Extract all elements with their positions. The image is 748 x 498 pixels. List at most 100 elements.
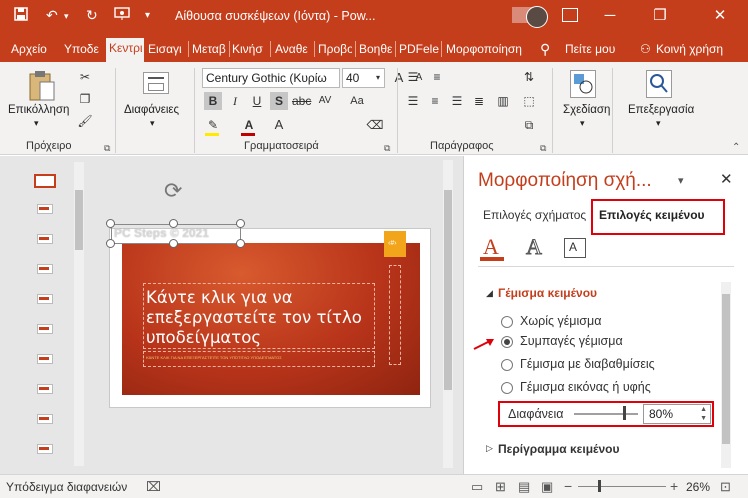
fit-to-window-icon[interactable]: ⊡ [720, 479, 731, 495]
cut-icon[interactable]: ✂ [76, 68, 94, 86]
align-right-icon[interactable]: ☰ [448, 92, 466, 110]
tab-design[interactable]: Υποδε [64, 39, 100, 62]
watermark-text[interactable]: PC Steps © 2021 [114, 226, 209, 240]
zoom-slider[interactable] [578, 486, 666, 487]
customize-qat-icon[interactable]: ▾ [145, 10, 150, 21]
picture-fill-label[interactable]: Γέμισμα εικόνας ή υφής [520, 380, 651, 394]
title-placeholder[interactable]: Κάντε κλικ για να επεξεργαστείτε τον τίτ… [146, 288, 378, 348]
no-fill-label[interactable]: Χωρίς γέμισμα [520, 314, 601, 328]
restore-button[interactable]: ❐ [640, 4, 680, 28]
tab-review[interactable]: Αναθε [275, 39, 311, 62]
text-direction-icon[interactable]: ⇅ [520, 68, 538, 86]
subtitle-placeholder[interactable]: ΚΆΝΤΕ ΚΛΙΚ ΓΙΑ ΝΑ ΕΠΕΞΕΡΓΑΣΤΕΊΤΕ ΤΟΝ ΥΠΌ… [146, 355, 282, 360]
align-center-icon[interactable]: ≡ [426, 92, 444, 110]
zoom-out-icon[interactable]: − [564, 478, 572, 494]
convert-smartart-icon[interactable]: ⧉ [520, 116, 538, 134]
tab-help[interactable]: Βοηθε [359, 39, 393, 62]
tab-pdfelement[interactable]: PDFele [399, 39, 439, 62]
redo-icon[interactable]: ↻ [86, 7, 98, 24]
font-name-combo[interactable]: Century Gothic (Κυρίω [202, 68, 340, 88]
align-text-icon[interactable]: ⬚ [520, 92, 538, 110]
slides-dropdown-icon[interactable]: ▾ [150, 118, 155, 129]
resize-handle[interactable] [236, 239, 245, 248]
tab-file[interactable]: Αρχείο [11, 39, 47, 62]
present-icon[interactable] [114, 7, 130, 24]
tab-transitions[interactable]: Μεταβ [192, 39, 228, 62]
save-icon[interactable] [14, 7, 28, 24]
layout-thumbnail[interactable] [37, 384, 53, 394]
avatar[interactable] [526, 6, 548, 28]
ribbon-display-options-icon[interactable] [562, 8, 578, 22]
zoom-level[interactable]: 26% [686, 480, 710, 494]
resize-handle[interactable] [106, 219, 115, 228]
tab-view[interactable]: Προβο [318, 39, 352, 62]
format-painter-icon[interactable]: 🖌 [76, 112, 94, 130]
layout-thumbnail[interactable] [37, 444, 53, 454]
slide-sorter-icon[interactable]: ⊞ [495, 479, 506, 495]
tab-format[interactable]: Μορφοποίηση [446, 39, 522, 62]
accessibility-icon[interactable]: ⌧ [146, 479, 161, 495]
highlight-icon[interactable]: ✎ [204, 116, 222, 134]
transparency-slider[interactable] [574, 413, 638, 415]
layout-thumbnail[interactable] [37, 354, 53, 364]
close-button[interactable]: ✕ [700, 4, 740, 28]
tab-shape-options[interactable]: Επιλογές σχήματος [483, 208, 586, 222]
lightbulb-icon[interactable]: ⚲ [540, 39, 550, 62]
pane-scrollbar[interactable] [721, 282, 731, 468]
align-left-icon[interactable]: ☰ [404, 92, 422, 110]
resize-handle[interactable] [106, 239, 115, 248]
normal-view-icon[interactable]: ▭ [471, 479, 483, 495]
text-shadow-icon[interactable]: S [270, 92, 288, 110]
paste-dropdown-icon[interactable]: ▾ [34, 118, 39, 129]
gradient-fill-radio[interactable] [501, 359, 513, 371]
paste-icon[interactable] [28, 70, 56, 104]
pane-options-icon[interactable]: ▾ [678, 174, 684, 187]
justify-icon[interactable]: ≣ [470, 92, 488, 110]
thumbnails-scrollbar[interactable] [74, 162, 84, 466]
textbox-icon[interactable]: A [564, 238, 586, 258]
solid-fill-label[interactable]: Συμπαγές γέμισμα [520, 334, 623, 348]
layout-thumbnail[interactable] [37, 234, 53, 244]
numbering-icon[interactable]: ≡ [428, 68, 446, 86]
rotate-handle-icon[interactable]: ⟳ [164, 178, 182, 204]
resize-handle[interactable] [169, 239, 178, 248]
italic-icon[interactable]: I [226, 92, 244, 110]
underline-icon[interactable]: U [248, 92, 266, 110]
section-collapse-icon[interactable]: ◢ [486, 288, 493, 299]
solid-fill-radio[interactable] [501, 336, 513, 348]
resize-handle[interactable] [236, 219, 245, 228]
find-icon[interactable] [646, 70, 672, 98]
minimize-button[interactable]: ─ [590, 4, 630, 28]
zoom-slider-thumb[interactable] [598, 480, 601, 492]
font-color-dropdown-icon[interactable]: Α [270, 116, 288, 134]
vertical-placeholder[interactable] [389, 265, 401, 365]
layout-thumbnail[interactable] [37, 414, 53, 424]
master-thumbnail[interactable] [34, 174, 56, 188]
layout-thumbnail[interactable] [37, 294, 53, 304]
undo-dropdown-icon[interactable]: ▾ [64, 11, 69, 22]
slideshow-icon[interactable]: ▣ [541, 479, 553, 495]
collapse-ribbon-icon[interactable]: ⌃ [732, 142, 740, 153]
drawing-icon[interactable] [570, 70, 596, 98]
layout-thumbnail[interactable] [37, 264, 53, 274]
clipboard-launcher-icon[interactable]: ⧉ [104, 143, 110, 154]
layout-thumbnail[interactable] [37, 324, 53, 334]
reading-view-icon[interactable]: ▤ [518, 479, 530, 495]
picture-fill-radio[interactable] [501, 382, 513, 394]
paste-button[interactable]: Επικόλληση [8, 104, 69, 116]
character-spacing-icon[interactable]: AV [316, 92, 334, 110]
section-expand-icon[interactable]: ▷ [486, 443, 493, 454]
layout-thumbnail[interactable] [37, 204, 53, 214]
text-outline-section[interactable]: Περίγραμμα κειμένου [498, 442, 619, 456]
editing-button[interactable]: Επεξεργασία [628, 104, 694, 116]
font-launcher-icon[interactable]: ⧉ [384, 143, 390, 154]
editing-dropdown-icon[interactable]: ▾ [656, 118, 661, 129]
drawing-dropdown-icon[interactable]: ▾ [580, 118, 585, 129]
change-case-icon[interactable]: Aa [348, 92, 366, 110]
tab-insert[interactable]: Εισαγι [148, 39, 186, 62]
resize-handle[interactable] [169, 219, 178, 228]
strikethrough-icon[interactable]: abc [292, 92, 311, 110]
no-fill-radio[interactable] [501, 316, 513, 328]
columns-icon[interactable]: ▥ [494, 92, 512, 110]
paragraph-launcher-icon[interactable]: ⧉ [540, 143, 546, 154]
